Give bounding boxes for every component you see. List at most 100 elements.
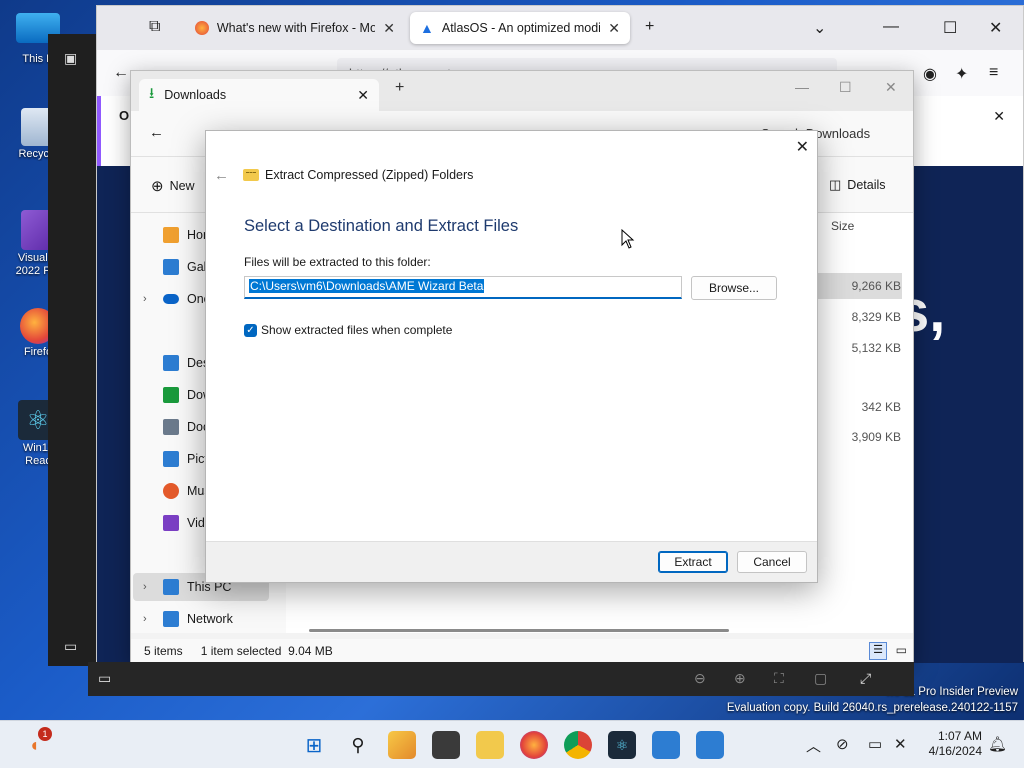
- file-size-cell: 3,909 KB: [851, 430, 901, 444]
- taskbar-weather-widget[interactable]: ◖ 1: [20, 727, 52, 759]
- mouse-cursor-icon: [621, 229, 635, 249]
- tab-list-icon[interactable]: ⧉: [149, 18, 160, 36]
- watermark-build: Evaluation copy. Build 26040.rs_prerelea…: [726, 702, 1018, 714]
- new-button[interactable]: ⊕ New: [151, 177, 195, 195]
- zoom-in-icon[interactable]: ⊕: [734, 670, 746, 687]
- zoom-out-icon[interactable]: ⊖: [694, 670, 706, 687]
- start-button[interactable]: ⊞: [300, 731, 328, 759]
- display-icon[interactable]: ▭: [868, 735, 882, 753]
- new-tab-icon[interactable]: +: [395, 79, 404, 97]
- minimize-icon[interactable]: —: [795, 79, 809, 95]
- nav-item-network[interactable]: Network: [163, 605, 283, 633]
- widget-icon: ◖: [28, 734, 40, 755]
- fit-screen-icon[interactable]: ⛶: [774, 670, 784, 687]
- this-pc-icon: [163, 579, 179, 595]
- account-icon[interactable]: ◉: [923, 64, 937, 84]
- destination-path-input[interactable]: C:\Users\vm6\Downloads\AME Wizard Beta: [244, 276, 682, 299]
- close-notification-icon[interactable]: ✕: [993, 108, 1005, 125]
- status-bar: 5 items 1 item selected 9.04 MB ☰ ▭: [131, 639, 913, 663]
- zipped-folder-icon: [243, 169, 259, 181]
- onedrive-icon: [163, 294, 179, 304]
- close-tab-icon[interactable]: ✕: [383, 20, 395, 37]
- taskbar-chrome[interactable]: [564, 731, 592, 759]
- gallery-icon: [163, 259, 179, 275]
- gallery-icon[interactable]: ▣: [64, 50, 77, 67]
- taskbar-firefox[interactable]: [520, 731, 548, 759]
- search-icon[interactable]: ⚲: [344, 731, 372, 759]
- file-size-cell: 342 KB: [861, 400, 901, 414]
- extensions-icon[interactable]: ✦: [955, 64, 968, 84]
- clock[interactable]: 1:07 AM 4/16/2024: [929, 729, 982, 759]
- cancel-button[interactable]: Cancel: [737, 551, 807, 573]
- taskbar-app-pre[interactable]: [388, 731, 416, 759]
- taskbar: ◖ 1 ⊞ ⚲ ⚛ ︿ ⊘ ▭ ✕ 1:07 AM 4/16/2024 🔔︎: [0, 720, 1024, 768]
- file-size-cell: 9,266 KB: [851, 279, 901, 293]
- horizontal-scrollbar[interactable]: [309, 629, 729, 632]
- close-dialog-icon[interactable]: ✕: [796, 137, 809, 157]
- checkmark-icon: ✓: [244, 323, 257, 337]
- fullscreen-icon[interactable]: ⤢: [860, 670, 871, 687]
- taskbar-app-task-view[interactable]: [432, 731, 460, 759]
- file-size-cell: 8,329 KB: [851, 310, 901, 324]
- details-view-icon[interactable]: ☰: [869, 642, 887, 660]
- music-icon: [163, 483, 179, 499]
- taskbar-react-app[interactable]: ⚛: [608, 731, 636, 759]
- details-pane-icon: ◫: [829, 177, 842, 192]
- taskbar-file-explorer[interactable]: [476, 731, 504, 759]
- browse-button[interactable]: Browse...: [691, 276, 777, 300]
- filmstrip-icon[interactable]: ▭: [98, 670, 111, 687]
- close-tab-icon[interactable]: ✕: [357, 87, 369, 104]
- back-icon[interactable]: ←: [149, 124, 164, 141]
- expand-chevron-icon[interactable]: ›: [143, 613, 147, 625]
- destination-label: Files will be extracted to this folder:: [244, 255, 431, 269]
- expand-chevron-icon[interactable]: ›: [143, 581, 147, 593]
- tab-atlasos[interactable]: ▲ AtlasOS - An optimized modific ✕: [410, 12, 630, 44]
- list-all-tabs-icon[interactable]: ⌄: [813, 18, 826, 38]
- column-header-size[interactable]: Size: [831, 219, 854, 233]
- notifications-bell-icon[interactable]: 🔔︎: [988, 735, 1007, 753]
- actual-size-icon[interactable]: ▢: [814, 670, 827, 687]
- dialog-footer: Extract Cancel: [206, 541, 817, 582]
- back-icon[interactable]: ←: [113, 64, 129, 82]
- volume-muted-icon[interactable]: ✕: [894, 735, 907, 753]
- close-window-icon[interactable]: ✕: [989, 18, 1002, 38]
- extract-dialog: ✕ ← Extract Compressed (Zipped) Folders …: [205, 130, 818, 583]
- photo-viewer-toolbar: ▭ ⊖ ⊕ ⛶ ▢ ⤢: [88, 662, 914, 696]
- maximize-icon[interactable]: ☐: [943, 18, 957, 38]
- tab-downloads[interactable]: ⭳ Downloads ✕: [139, 79, 379, 111]
- explorer-titlebar: ⭳ Downloads ✕ + — ☐ ✕: [131, 71, 913, 111]
- close-window-icon[interactable]: ✕: [885, 79, 897, 96]
- tiles-view-icon[interactable]: ▭: [896, 643, 907, 657]
- document-icon: [163, 419, 179, 435]
- taskbar-store[interactable]: [696, 731, 724, 759]
- close-tab-icon[interactable]: ✕: [608, 20, 620, 37]
- pictures-icon: [163, 451, 179, 467]
- network-icon: [163, 611, 179, 627]
- video-icon: [163, 515, 179, 531]
- desktop-icon: [163, 355, 179, 371]
- photos-viewer-sidebar: ▣ ▭: [48, 34, 98, 666]
- download-icon: ⭳: [149, 84, 155, 102]
- show-files-checkbox[interactable]: ✓ Show extracted files when complete: [244, 323, 452, 337]
- taskbar-photos[interactable]: [652, 731, 680, 759]
- download-icon: [163, 387, 179, 403]
- dialog-title: Extract Compressed (Zipped) Folders: [243, 168, 473, 182]
- tab-firefox-whats-new[interactable]: What's new with Firefox - More ✕: [185, 12, 405, 44]
- menu-icon[interactable]: ≡: [989, 64, 998, 82]
- firefox-tab-strip: ⧉ What's new with Firefox - More ✕ ▲ Atl…: [97, 6, 1023, 50]
- plus-circle-icon: ⊕: [151, 178, 164, 195]
- network-disconnected-icon[interactable]: ⊘: [836, 735, 849, 753]
- show-hidden-icons-chevron-icon[interactable]: ︿: [806, 735, 821, 756]
- back-arrow-icon[interactable]: ←: [214, 167, 229, 184]
- firefox-favicon-icon: [195, 21, 209, 35]
- maximize-icon[interactable]: ☐: [839, 79, 852, 96]
- new-tab-icon[interactable]: +: [645, 18, 654, 36]
- details-button[interactable]: ◫ Details: [829, 177, 886, 193]
- atlasos-favicon-icon: ▲: [420, 20, 434, 36]
- minimize-icon[interactable]: —: [883, 18, 899, 36]
- dialog-heading: Select a Destination and Extract Files: [244, 217, 519, 235]
- filmstrip-icon[interactable]: ▭: [64, 638, 77, 655]
- expand-chevron-icon[interactable]: ›: [143, 293, 147, 305]
- home-icon: [163, 227, 179, 243]
- extract-button[interactable]: Extract: [658, 551, 728, 573]
